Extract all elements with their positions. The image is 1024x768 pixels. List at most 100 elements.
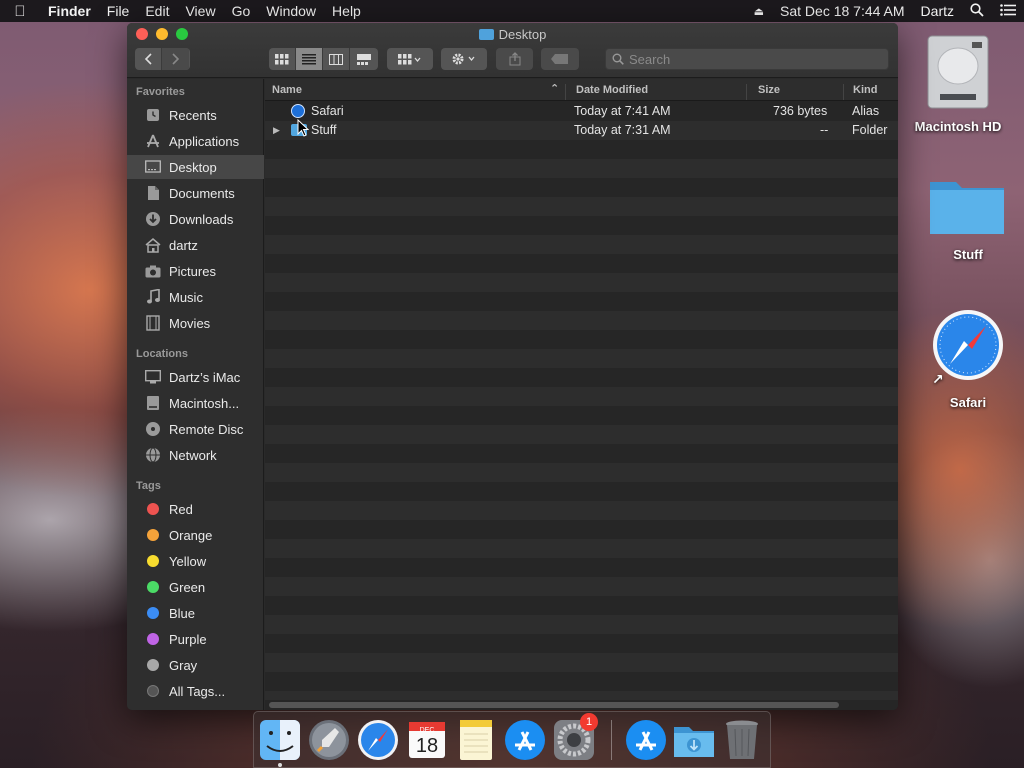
dock-trash[interactable] bbox=[720, 718, 764, 762]
column-name[interactable]: Name bbox=[272, 84, 302, 96]
sidebar-tag-red[interactable]: Red bbox=[127, 497, 264, 521]
file-name: Safari bbox=[311, 104, 344, 118]
column-kind[interactable]: Kind bbox=[853, 84, 877, 96]
file-list: Name ⌃ Date Modified Size Kind Safari To… bbox=[265, 79, 898, 710]
toolbar: Desktop bbox=[127, 23, 898, 78]
gallery-icon bbox=[356, 53, 371, 65]
menu-go[interactable]: Go bbox=[224, 3, 259, 19]
sidebar-tag-gray[interactable]: Gray bbox=[127, 653, 264, 677]
eject-icon[interactable]: ⏏ bbox=[746, 5, 772, 18]
file-size: 736 bytes bbox=[773, 104, 828, 118]
folder-icon bbox=[930, 182, 1004, 234]
file-row-stuff[interactable]: ▶ Stuff Today at 7:31 AM -- Folder bbox=[265, 121, 898, 140]
dock-app-store-downloads[interactable] bbox=[624, 718, 668, 762]
svg-text:↗: ↗ bbox=[932, 372, 944, 388]
gray-tag-icon bbox=[147, 659, 159, 671]
column-date-modified[interactable]: Date Modified bbox=[576, 84, 648, 96]
sidebar-item-downloads[interactable]: Downloads bbox=[127, 207, 264, 231]
sidebar-all-tags[interactable]: All Tags... bbox=[127, 679, 264, 703]
menubar-clock[interactable]: Sat Dec 18 7:44 AM bbox=[772, 3, 913, 19]
share-button[interactable] bbox=[496, 48, 533, 70]
apple-menu-icon[interactable]:  bbox=[0, 3, 40, 20]
sidebar-item-music[interactable]: Music bbox=[127, 285, 264, 309]
menu-help[interactable]: Help bbox=[324, 3, 369, 19]
column-size[interactable]: Size bbox=[758, 84, 780, 96]
column-header: Name ⌃ Date Modified Size Kind bbox=[265, 79, 898, 101]
applications-icon bbox=[145, 133, 161, 149]
menu-window[interactable]: Window bbox=[258, 3, 324, 19]
menubar-user[interactable]: Dartz bbox=[913, 3, 962, 19]
search-input[interactable] bbox=[629, 51, 869, 67]
sidebar-item-documents[interactable]: Documents bbox=[127, 181, 264, 205]
share-icon bbox=[509, 52, 520, 66]
back-forward-control bbox=[135, 48, 190, 70]
dock-safari[interactable] bbox=[356, 718, 400, 762]
sidebar-item-pictures[interactable]: Pictures bbox=[127, 259, 264, 283]
sidebar-item-home[interactable]: dartz bbox=[127, 233, 264, 257]
sidebar-tag-green[interactable]: Green bbox=[127, 575, 264, 599]
safari-icon bbox=[358, 720, 398, 760]
desktop-item-safari[interactable]: ↗ Safari bbox=[913, 308, 1023, 410]
camera-icon bbox=[145, 263, 161, 279]
sidebar-item-applications[interactable]: Applications bbox=[127, 129, 264, 153]
icon-view-button[interactable] bbox=[269, 48, 296, 70]
globe-icon bbox=[145, 447, 161, 463]
sidebar: Favorites Recents Applications Desktop D… bbox=[127, 79, 264, 710]
horizontal-scrollbar[interactable] bbox=[269, 702, 839, 708]
sidebar-tag-yellow[interactable]: Yellow bbox=[127, 549, 264, 573]
dock-downloads-folder[interactable] bbox=[672, 718, 716, 762]
tag-icon bbox=[551, 54, 568, 64]
sidebar-item-imac[interactable]: Dartz’s iMac bbox=[127, 365, 264, 389]
search-field[interactable] bbox=[605, 48, 889, 70]
file-date: Today at 7:41 AM bbox=[574, 104, 671, 118]
action-menu-button[interactable] bbox=[441, 48, 487, 70]
mouse-cursor-icon bbox=[297, 119, 309, 137]
sort-ascending-icon[interactable]: ⌃ bbox=[550, 82, 559, 95]
column-view-button[interactable] bbox=[323, 48, 350, 70]
folder-icon bbox=[478, 29, 494, 40]
orange-tag-icon bbox=[147, 529, 159, 541]
sidebar-item-desktop[interactable]: Desktop bbox=[127, 155, 264, 179]
desktop-item-macintosh-hd[interactable]: Macintosh HD bbox=[903, 32, 1013, 134]
desktop-item-stuff[interactable]: Stuff bbox=[913, 170, 1023, 262]
downloads-folder-icon bbox=[674, 727, 714, 757]
sidebar-item-network[interactable]: Network bbox=[127, 443, 264, 467]
sidebar-item-macintosh-hd[interactable]: Macintosh... bbox=[127, 391, 264, 415]
sidebar-item-remote-disc[interactable]: Remote Disc bbox=[127, 417, 264, 441]
forward-button[interactable] bbox=[162, 48, 189, 70]
dock-notes[interactable] bbox=[454, 718, 498, 762]
file-date: Today at 7:31 AM bbox=[574, 123, 671, 137]
menu-view[interactable]: View bbox=[177, 3, 223, 19]
menu-file[interactable]: File bbox=[99, 3, 138, 19]
dock-finder[interactable] bbox=[258, 718, 302, 767]
sidebar-item-recents[interactable]: Recents bbox=[127, 103, 264, 127]
download-icon bbox=[145, 211, 161, 227]
dock-app-store[interactable] bbox=[503, 718, 547, 762]
dock-launchpad[interactable] bbox=[307, 718, 351, 762]
file-size: -- bbox=[820, 123, 829, 137]
group-grid-icon bbox=[398, 53, 421, 64]
notification-center-icon[interactable] bbox=[992, 3, 1024, 19]
spotlight-icon[interactable] bbox=[962, 2, 992, 20]
disclosure-triangle-icon[interactable]: ▶ bbox=[273, 125, 280, 136]
menu-app-finder[interactable]: Finder bbox=[40, 3, 99, 19]
all-tags-icon bbox=[147, 685, 159, 697]
menu-edit[interactable]: Edit bbox=[137, 3, 177, 19]
notification-badge: 1 bbox=[580, 713, 598, 731]
back-button[interactable] bbox=[135, 48, 162, 70]
tags-button[interactable] bbox=[541, 48, 579, 70]
file-row-safari[interactable]: Safari Today at 7:41 AM 736 bytes Alias bbox=[265, 102, 898, 121]
sidebar-tag-purple[interactable]: Purple bbox=[127, 627, 264, 651]
grid-icon bbox=[275, 53, 289, 64]
columns-icon bbox=[329, 53, 343, 65]
sidebar-item-movies[interactable]: Movies bbox=[127, 311, 264, 335]
dock-system-preferences[interactable]: 1 bbox=[552, 713, 598, 762]
desktop-icon bbox=[145, 159, 161, 175]
list-view-button[interactable] bbox=[296, 48, 323, 70]
sidebar-tag-blue[interactable]: Blue bbox=[127, 601, 264, 625]
group-by-button[interactable] bbox=[387, 48, 433, 70]
empty-list-area bbox=[265, 140, 898, 700]
sidebar-tag-orange[interactable]: Orange bbox=[127, 523, 264, 547]
dock-calendar[interactable]: DEC 18 bbox=[405, 718, 449, 762]
gallery-view-button[interactable] bbox=[350, 48, 377, 70]
